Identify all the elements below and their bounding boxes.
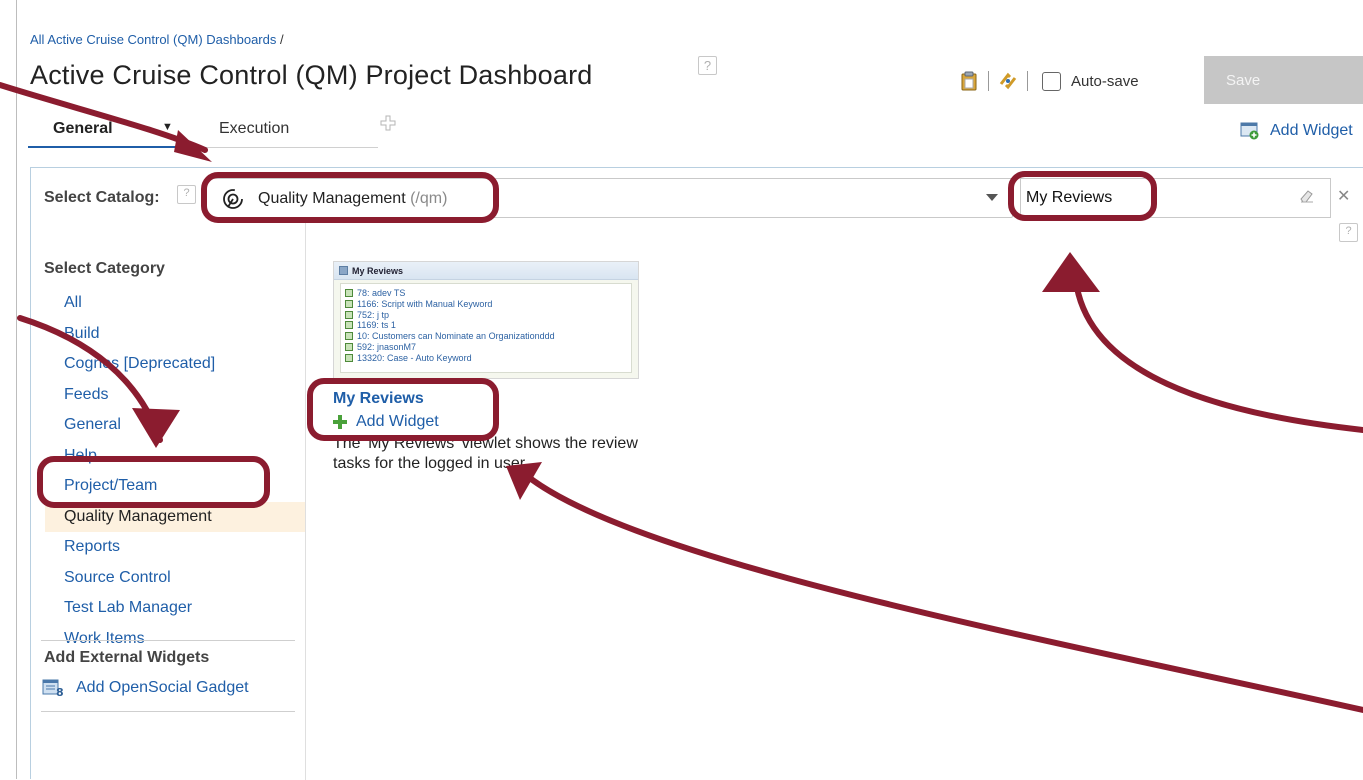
category-list: All Build Cognos [Deprecated] Feeds Gene… [31,288,305,654]
save-button[interactable]: Save [1204,56,1363,104]
tab-label: General [53,120,113,137]
review-icon [345,342,353,351]
thumb-title: My Reviews [352,266,404,276]
thumb-row-text: 13320: Case - Auto Keyword [357,352,472,363]
catalog-path: (/qm) [410,190,448,207]
thumb-row-text: 78: adev TS [357,288,406,298]
opensocial-gadget-label: Add OpenSocial Gadget [76,679,249,696]
catalog-selected-value: Quality Management (/qm) [258,190,447,208]
autosave-checkbox[interactable] [1042,71,1061,91]
widget-add-link[interactable]: Add Widget [333,413,639,431]
review-icon [345,321,353,330]
thumb-row-text: 10: Customers can Nominate an Organizati… [357,331,555,342]
add-widget-label: Add Widget [1270,122,1353,139]
breadcrumb-separator: / [279,32,284,47]
toolbar-separator [1027,71,1028,91]
title-help-icon[interactable]: ? [698,56,717,75]
category-item-quality-management[interactable]: Quality Management [45,501,305,532]
thumb-row: 592: jnasonM7 [345,342,627,353]
close-icon[interactable]: ✕ [1337,186,1350,206]
review-icon [345,299,353,308]
external-widgets-label: Add External Widgets [44,649,210,666]
thumb-body: 78: adev TS 1166: Script with Manual Key… [340,283,632,373]
eraser-icon[interactable] [1299,188,1315,209]
divider [41,640,295,641]
category-item-help[interactable]: Help [31,441,305,472]
review-icon [345,332,353,341]
tab-execution[interactable]: Execution [219,120,289,138]
widget-description: The 'My Reviews' viewlet shows the revie… [333,435,638,472]
category-item-cognos[interactable]: Cognos [Deprecated] [31,349,305,380]
catalog-name: Quality Management [258,190,406,207]
toolbar: Auto-save [958,67,1139,95]
toolbar-separator [988,71,989,91]
thumb-row-text: 592: jnasonM7 [357,341,417,352]
widget-card-my-reviews: My Reviews 78: adev TS 1166: Script with… [333,261,639,474]
category-item-feeds[interactable]: Feeds [31,380,305,411]
review-icon [345,289,353,297]
add-opensocial-gadget-link[interactable]: 8 Add OpenSocial Gadget [42,679,249,697]
thumb-row: 752: j tp [345,310,627,321]
tab-bar: General ▼ Execution [28,112,378,148]
add-widget-link[interactable]: Add Widget [1240,122,1353,140]
thumb-row: 1166: Script with Manual Keyword [345,299,627,310]
thumb-row-text: 1166: Script with Manual Keyword [357,298,493,309]
thumb-header: My Reviews [334,262,638,280]
widget-preview-thumbnail[interactable]: My Reviews 78: adev TS 1166: Script with… [333,261,639,379]
category-item-project-team[interactable]: Project/Team [31,471,305,502]
select-catalog-label: Select Catalog: [44,189,160,206]
plus-icon [333,415,347,429]
thumb-row: 1169: ts 1 [345,320,627,331]
thumb-row: 10: Customers can Nominate an Organizati… [345,331,627,342]
chevron-down-icon [986,194,998,201]
widget-icon [339,266,348,275]
catalog-help-icon[interactable]: ? [177,185,196,204]
thumb-row-text: 752: j tp [357,309,390,320]
category-item-all[interactable]: All [31,288,305,319]
quality-management-icon [222,188,244,215]
add-widget-icon [1240,122,1259,140]
review-icon [345,310,353,319]
category-item-general[interactable]: General [31,410,305,441]
category-item-reports[interactable]: Reports [31,532,305,563]
opensocial-gadget-icon: 8 [42,679,64,697]
breadcrumb-link[interactable]: All Active Cruise Control (QM) Dashboard… [30,32,276,47]
thumb-row: 13320: Case - Auto Keyword [345,353,627,364]
breadcrumb: All Active Cruise Control (QM) Dashboard… [30,32,284,47]
widget-search-input[interactable] [1020,178,1331,218]
refresh-icon[interactable] [997,70,1019,92]
autosave-label: Auto-save [1071,72,1139,90]
review-icon [345,353,353,362]
sidebar-divider [305,216,306,780]
tab-dropdown-icon[interactable]: ▼ [162,121,173,133]
catalog-select[interactable]: Quality Management (/qm) [205,178,1013,218]
category-item-test-lab-manager[interactable]: Test Lab Manager [31,593,305,624]
thumb-row: 78: adev TS [345,288,627,299]
select-category-label: Select Category [44,260,165,277]
thumb-row-text: 1169: ts 1 [357,320,396,331]
catalog-sidebar: Select Catalog: ? Select Category All Bu… [31,168,305,780]
widget-title-link[interactable]: My Reviews [333,390,639,408]
category-item-source-control[interactable]: Source Control [31,563,305,594]
divider [41,711,295,712]
add-tab-icon[interactable] [380,115,396,136]
page-title: Active Cruise Control (QM) Project Dashb… [30,60,593,90]
panel-help-icon[interactable]: ? [1339,223,1358,242]
widget-add-label: Add Widget [356,413,439,430]
widget-catalog-panel: Select Catalog: ? Select Category All Bu… [30,167,1363,780]
category-item-build[interactable]: Build [31,319,305,350]
svg-text:8: 8 [56,686,64,697]
clipboard-icon[interactable] [958,70,980,92]
